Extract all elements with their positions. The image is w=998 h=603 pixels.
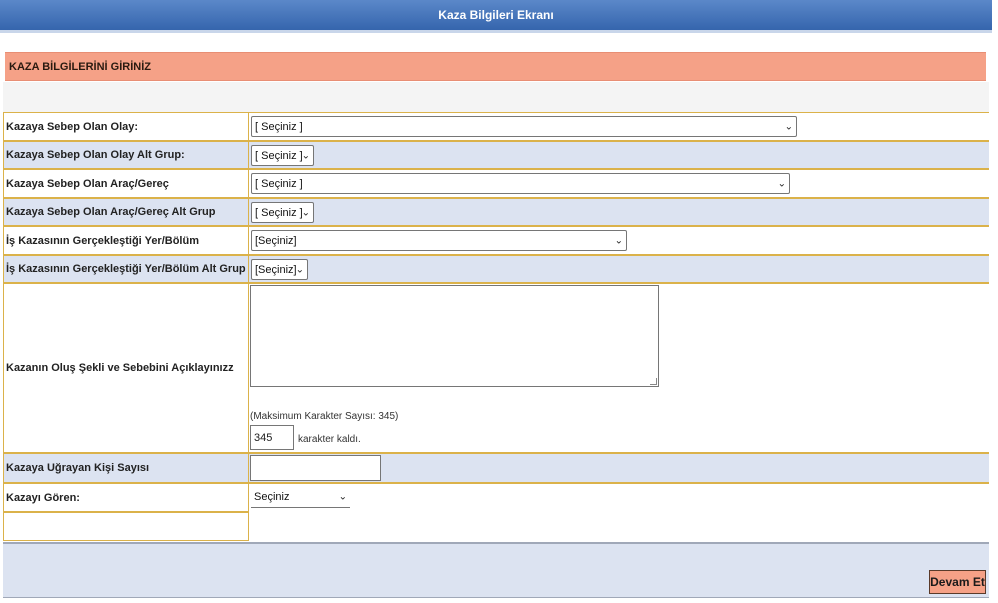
location-cell: [Seçiniz] ⌄ [249,226,989,255]
event-label: Kazaya Sebep Olan Olay: [3,112,249,141]
event-subgroup-select-value: [ Seçiniz ] [255,149,303,162]
chevron-down-icon: ⌄ [301,207,310,218]
event-select-value: [ Seçiniz ] [255,120,303,133]
resize-grip-icon[interactable] [650,378,657,385]
form-row-location-subgroup: İş Kazasının Gerçekleştiği Yer/Bölüm Alt… [3,255,989,283]
chevron-down-icon: ⌄ [614,235,623,246]
form-row-event-subgroup: Kazaya Sebep Olan Olay Alt Grup: [ Seçin… [3,141,989,169]
location-subgroup-select[interactable]: [Seçiniz] ⌄ [251,259,308,280]
form-row-event: Kazaya Sebep Olan Olay: [ Seçiniz ] ⌄ [3,112,989,141]
description-cell: (Maksimum Karakter Sayısı: 345) 345 kara… [249,283,989,453]
equipment-subgroup-cell: [ Seçiniz ] ⌄ [249,198,989,226]
remaining-count-value: 345 [254,431,273,444]
event-cell: [ Seçiniz ] ⌄ [249,112,989,141]
section-title: KAZA BİLGİLERİNİ GİRİNİZ [9,60,151,73]
witness-select[interactable]: Seçiniz ⌄ [251,487,350,508]
location-subgroup-label: İş Kazasının Gerçekleştiği Yer/Bölüm Alt… [3,255,249,283]
form-row-person-count: Kazaya Uğrayan Kişi Sayısı [3,453,989,483]
location-label: İş Kazasının Gerçekleştiği Yer/Bölüm [3,226,249,255]
chevron-down-icon: ⌄ [777,178,786,189]
section-header: KAZA BİLGİLERİNİ GİRİNİZ [5,52,986,81]
equipment-subgroup-label: Kazaya Sebep Olan Araç/Gereç Alt Grup [3,198,249,226]
form-row-empty [3,512,989,541]
window-title-bar: Kaza Bilgileri Ekranı [0,0,992,33]
continue-button[interactable]: Devam Et [929,570,986,594]
location-subgroup-select-value: [Seçiniz] [255,263,297,276]
spacer-band [3,82,989,112]
description-textarea[interactable] [250,285,659,387]
equipment-label: Kazaya Sebep Olan Araç/Gereç [3,169,249,198]
event-subgroup-select[interactable]: [ Seçiniz ] ⌄ [251,145,314,166]
chevron-down-icon: ⌄ [295,264,304,275]
footer-bar: Devam Et [3,542,989,598]
form-row-equipment-subgroup: Kazaya Sebep Olan Araç/Gereç Alt Grup [ … [3,198,989,226]
person-count-cell [249,453,989,483]
event-subgroup-cell: [ Seçiniz ] ⌄ [249,141,989,169]
person-count-input[interactable] [250,455,381,481]
form-row-equipment: Kazaya Sebep Olan Araç/Gereç [ Seçiniz ]… [3,169,989,198]
form-row-description: Kazanın Oluş Şekli ve Sebebini Açıklayın… [3,283,989,453]
form-row-witness: Kazayı Gören: Seçiniz ⌄ [3,483,989,512]
witness-label: Kazayı Gören: [3,483,249,512]
witness-select-value: Seçiniz [254,491,290,503]
description-label: Kazanın Oluş Şekli ve Sebebini Açıklayın… [3,283,249,453]
event-subgroup-label: Kazaya Sebep Olan Olay Alt Grup: [3,141,249,169]
window-title: Kaza Bilgileri Ekranı [438,8,554,22]
location-select[interactable]: [Seçiniz] ⌄ [251,230,627,251]
form-row-location: İş Kazasının Gerçekleştiği Yer/Bölüm [Se… [3,226,989,255]
max-char-note: (Maksimum Karakter Sayısı: 345) [250,411,399,422]
equipment-subgroup-select[interactable]: [ Seçiniz ] ⌄ [251,202,314,223]
empty-label-cell [3,512,249,541]
chevron-down-icon: ⌄ [338,491,347,503]
remaining-count-suffix: karakter kaldı. [298,434,361,445]
chevron-down-icon: ⌄ [784,121,793,132]
chevron-down-icon: ⌄ [301,150,310,161]
equipment-subgroup-select-value: [ Seçiniz ] [255,206,303,219]
event-select[interactable]: [ Seçiniz ] ⌄ [251,116,797,137]
remaining-count-field: 345 [250,425,294,450]
equipment-select[interactable]: [ Seçiniz ] ⌄ [251,173,790,194]
location-select-value: [Seçiniz] [255,234,297,247]
witness-cell: Seçiniz ⌄ [249,483,989,512]
equipment-cell: [ Seçiniz ] ⌄ [249,169,989,198]
person-count-label: Kazaya Uğrayan Kişi Sayısı [3,453,249,483]
equipment-select-value: [ Seçiniz ] [255,177,303,190]
location-subgroup-cell: [Seçiniz] ⌄ [249,255,989,283]
window-edge [992,0,998,603]
